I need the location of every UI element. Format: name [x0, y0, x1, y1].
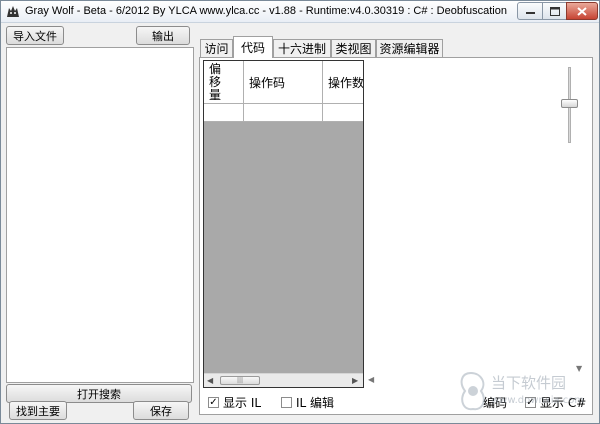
- output-button[interactable]: 输出: [136, 26, 190, 45]
- title-bar: Gray Wolf - Beta - 6/2012 By YLCA www.yl…: [1, 1, 599, 23]
- minimize-button[interactable]: [517, 2, 543, 20]
- table-cell[interactable]: [323, 104, 363, 122]
- watermark-url: www.downxia.com: [491, 395, 584, 406]
- maximize-icon: [549, 6, 560, 16]
- tab-resource-editor[interactable]: 资源编辑器: [376, 39, 443, 57]
- scrollbar-thumb[interactable]: |||: [220, 376, 260, 385]
- watermark-logo: 当下软件园 www.downxia.com: [460, 371, 584, 411]
- close-button[interactable]: [566, 2, 598, 20]
- tab-hex[interactable]: 十六进制: [273, 39, 331, 57]
- tab-access[interactable]: 访问: [200, 39, 233, 57]
- grid-horizontal-scrollbar[interactable]: ◀ ||| ▶: [204, 373, 363, 387]
- il-grid[interactable]: 偏 移 量 操作码 操作数: [203, 60, 364, 388]
- il-edit-label: IL 编辑: [296, 396, 335, 410]
- scroll-left-icon[interactable]: ◀: [207, 376, 213, 385]
- scroll-left-icon[interactable]: ◀: [368, 375, 374, 384]
- table-cell[interactable]: [244, 104, 323, 122]
- checkbox-box[interactable]: [281, 397, 292, 408]
- table-row[interactable]: [204, 104, 363, 122]
- window-title: Gray Wolf - Beta - 6/2012 By YLCA www.yl…: [25, 5, 507, 17]
- maximize-button[interactable]: [542, 2, 567, 20]
- tab-code[interactable]: 代码: [233, 36, 273, 58]
- header-operand[interactable]: 操作数: [323, 61, 363, 104]
- show-il-label: 显示 IL: [223, 396, 262, 410]
- header-opcode[interactable]: 操作码: [244, 61, 323, 104]
- zoom-slider-thumb[interactable]: [561, 99, 578, 108]
- header-offset[interactable]: 偏 移 量: [204, 61, 244, 104]
- checkbox-box[interactable]: ✓: [208, 397, 219, 408]
- scroll-right-icon[interactable]: ▶: [352, 376, 358, 385]
- close-icon: [577, 6, 587, 16]
- tab-class-view[interactable]: 类视图: [331, 39, 376, 57]
- assembly-list[interactable]: [6, 47, 194, 383]
- show-il-checkbox[interactable]: ✓ 显示 IL: [208, 394, 261, 411]
- watermark-text: 当下软件园: [491, 374, 566, 392]
- find-main-button[interactable]: 找到主要: [9, 401, 67, 420]
- minimize-icon: [525, 12, 535, 14]
- main-window: Gray Wolf - Beta - 6/2012 By YLCA www.yl…: [0, 0, 600, 424]
- table-cell[interactable]: [204, 104, 244, 122]
- grid-header: 偏 移 量 操作码 操作数: [204, 61, 363, 104]
- wolf-app-icon: [7, 6, 19, 17]
- il-edit-checkbox[interactable]: IL 编辑: [281, 394, 334, 411]
- import-file-button[interactable]: 导入文件: [6, 26, 64, 45]
- save-button[interactable]: 保存: [133, 401, 189, 420]
- code-vertical-scrollbar[interactable]: ▼: [576, 61, 586, 373]
